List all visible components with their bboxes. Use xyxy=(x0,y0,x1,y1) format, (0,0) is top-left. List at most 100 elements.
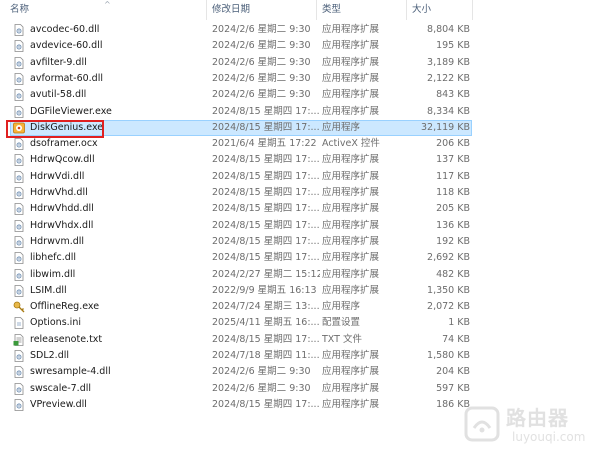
file-type: 应用程序扩展 xyxy=(322,203,380,215)
dll-icon xyxy=(13,350,25,362)
file-row[interactable]: releasenote.txt 2024/8/15 星期四 17:... TXT 文… xyxy=(10,332,472,348)
file-date: 2024/2/6 星期二 9:30 xyxy=(212,72,311,84)
file-row[interactable]: Hdrwvm.dll 2024/8/15 星期四 17:... 应用程序扩展 192 … xyxy=(10,234,472,250)
file-name: swresample-4.dll xyxy=(30,366,111,378)
file-size: 8,804 KB xyxy=(427,24,470,35)
file-date: 2024/7/18 星期四 11:... xyxy=(212,350,320,361)
column-header-date[interactable]: 修改日期 xyxy=(212,0,250,20)
file-row[interactable]: DGFileViewer.exe 2024/8/15 星期四 17:... 应用程序… xyxy=(10,104,472,120)
file-type: 应用程序扩展 xyxy=(322,219,380,231)
file-type: 应用程序扩展 xyxy=(322,398,380,410)
dll-icon xyxy=(13,284,25,297)
file-size: 482 KB xyxy=(436,268,470,280)
file-row[interactable]: avformat-60.dll 2024/2/6 星期二 9:30 应用程序扩展 2,… xyxy=(10,71,472,87)
file-type: 应用程序 xyxy=(322,121,361,133)
column-header-name[interactable]: 名称 xyxy=(10,0,29,20)
file-date: 2024/7/24 星期三 13:... xyxy=(212,301,320,313)
file-row[interactable]: avdevice-60.dll 2024/2/6 星期二 9:30 应用程序扩展 19… xyxy=(10,38,472,54)
file-type: 应用程序扩展 xyxy=(322,72,380,84)
router-logo-icon xyxy=(464,406,500,442)
file-size: 8,334 KB xyxy=(427,105,470,117)
file-name: swscale-7.dll xyxy=(30,382,91,394)
column-divider[interactable] xyxy=(206,0,207,20)
dll-icon xyxy=(13,154,25,167)
file-row[interactable]: LSIM.dll 2022/9/9 星期五 16:13 应用程序扩展 1,350 KB xyxy=(10,283,472,299)
file-name: libhefc.dll xyxy=(30,252,77,264)
file-row[interactable]: libhefc.dll 2024/8/15 星期四 17:... 应用程序扩展 2,6… xyxy=(10,250,472,266)
file-row[interactable]: OfflineReg.exe 2024/7/24 星期三 13:... 应用程序 2,… xyxy=(10,299,472,315)
file-size: 117 KB xyxy=(436,170,470,182)
file-type: 应用程序扩展 xyxy=(322,105,380,117)
file-size: 195 KB xyxy=(436,40,470,52)
file-size: 186 KB xyxy=(436,398,470,410)
file-row[interactable]: HdrwVhdd.dll 2024/8/15 星期四 17:... 应用程序扩展 20… xyxy=(10,201,472,217)
dll-icon xyxy=(13,40,25,53)
file-date: 2024/2/6 星期二 9:30 xyxy=(212,89,311,101)
file-name: HdrwVdi.dll xyxy=(30,170,85,182)
file-date: 2024/8/15 星期四 17:... xyxy=(212,333,320,345)
column-divider[interactable] xyxy=(316,0,317,20)
file-size: 192 KB xyxy=(436,235,470,247)
column-header-type[interactable]: 类型 xyxy=(322,0,341,20)
file-date: 2024/2/27 星期二 15:12 xyxy=(212,268,320,280)
file-type: 应用程序扩展 xyxy=(322,252,380,264)
file-name: avutil-58.dll xyxy=(30,89,87,101)
file-row[interactable]: avcodec-60.dll 2024/2/6 星期二 9:30 应用程序扩展 8,8… xyxy=(10,22,472,38)
file-row[interactable]: swscale-7.dll 2024/2/6 星期二 9:30 应用程序扩展 597 … xyxy=(10,381,472,397)
dll-icon xyxy=(13,366,25,379)
file-date: 2024/2/6 星期二 9:30 xyxy=(212,382,311,394)
file-row[interactable]: HdrwQcow.dll 2024/8/15 星期四 17:... 应用程序扩展 13… xyxy=(10,152,472,168)
file-size: 74 KB xyxy=(442,333,470,345)
file-row[interactable]: avfilter-9.dll 2024/2/6 星期二 9:30 应用程序扩展 3,1… xyxy=(10,55,472,71)
ini-icon xyxy=(13,317,25,330)
file-date: 2024/8/15 星期四 17:... xyxy=(212,121,320,133)
file-name: avfilter-9.dll xyxy=(30,56,87,68)
file-name: DGFileViewer.exe xyxy=(30,105,112,117)
file-row[interactable]: HdrwVhdx.dll 2024/8/15 星期四 17:... 应用程序扩展 13… xyxy=(10,218,472,234)
file-size: 3,189 KB xyxy=(427,56,470,68)
dll-icon xyxy=(13,203,25,216)
watermark-text: 路由器 xyxy=(506,406,569,430)
file-date: 2024/8/15 星期四 17:... xyxy=(212,235,320,247)
file-size: 136 KB xyxy=(436,219,470,231)
dll-icon xyxy=(13,24,25,36)
file-row[interactable]: libwim.dll 2024/2/27 星期二 15:12 应用程序扩展 482 K… xyxy=(10,267,472,283)
file-row[interactable]: HdrwVdi.dll 2024/8/15 星期四 17:... 应用程序扩展 117… xyxy=(10,169,472,185)
file-name: libwim.dll xyxy=(30,268,76,280)
file-date: 2024/8/15 星期四 17:... xyxy=(212,203,320,215)
file-row[interactable]: swresample-4.dll 2024/2/6 星期二 9:30 应用程序扩展 2… xyxy=(10,364,472,380)
file-type: TXT 文件 xyxy=(322,333,362,345)
file-type: 应用程序扩展 xyxy=(322,187,380,198)
file-date: 2024/2/6 星期二 9:30 xyxy=(212,366,311,378)
column-divider[interactable] xyxy=(472,0,473,20)
dll-icon xyxy=(13,72,25,85)
column-header-bar: 名称 ^ 修改日期 类型 大小 xyxy=(0,0,600,20)
file-name: dsoframer.ocx xyxy=(30,138,98,150)
file-row[interactable]: Options.ini 2025/4/11 星期五 16:... 配置设置 1 KB xyxy=(10,315,472,331)
file-name: HdrwVhd.dll xyxy=(30,187,88,198)
dll-icon xyxy=(13,56,25,69)
file-size: 843 KB xyxy=(436,89,470,101)
file-type: 应用程序扩展 xyxy=(322,40,380,52)
file-date: 2024/2/6 星期二 9:30 xyxy=(212,40,311,52)
file-size: 2,122 KB xyxy=(427,72,470,84)
file-type: 应用程序扩展 xyxy=(322,382,380,394)
file-date: 2025/4/11 星期五 16:... xyxy=(212,317,320,329)
file-row[interactable]: dsoframer.ocx 2021/6/4 星期五 17:22 ActiveX 控… xyxy=(10,136,472,152)
file-row[interactable]: avutil-58.dll 2024/2/6 星期二 9:30 应用程序扩展 843 … xyxy=(10,87,472,103)
watermark: 路由器 luyouqi.com xyxy=(462,396,592,460)
file-row[interactable]: VPreview.dll 2024/8/15 星期四 17:... 应用程序扩展 18… xyxy=(10,397,472,413)
file-type: 应用程序扩展 xyxy=(322,268,380,280)
file-row[interactable]: HdrwVhd.dll 2024/8/15 星期四 17:... 应用程序扩展 118… xyxy=(10,185,472,201)
file-name: HdrwVhdd.dll xyxy=(30,203,94,215)
file-date: 2024/8/15 星期四 17:... xyxy=(212,219,320,231)
file-size: 1,580 KB xyxy=(427,350,470,361)
file-name: OfflineReg.exe xyxy=(30,301,100,313)
file-type: 配置设置 xyxy=(322,317,361,329)
file-size: 118 KB xyxy=(436,187,470,198)
file-row[interactable]: SDL2.dll 2024/7/18 星期四 11:... 应用程序扩展 1,580 … xyxy=(10,348,472,364)
file-date: 2024/8/15 星期四 17:... xyxy=(212,105,320,117)
dll-icon xyxy=(13,235,25,248)
column-divider[interactable] xyxy=(406,0,407,20)
column-header-size[interactable]: 大小 xyxy=(412,0,431,20)
